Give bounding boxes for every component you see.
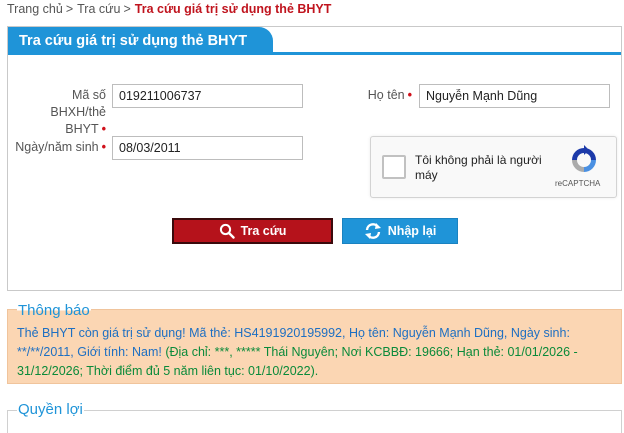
benefits-section: Quyền lợi <box>7 401 622 433</box>
reset-button-label: Nhập lại <box>387 224 437 238</box>
lookup-panel: Tra cứu giá trị sử dụng thẻ BHYT Mã số B… <box>7 26 622 291</box>
search-button-label: Tra cứu <box>240 224 287 238</box>
notice-box: Thông báo Thẻ BHYT còn giá trị sử dụng! … <box>7 302 622 384</box>
required-mark: • <box>101 122 106 136</box>
recaptcha-widget: Tôi không phải là người máy reCAPTCHA <box>370 136 617 198</box>
search-button[interactable]: Tra cứu <box>172 218 333 244</box>
reset-button[interactable]: Nhập lại <box>342 218 458 244</box>
birth-date-label: Ngày/năm sinh • <box>15 140 106 154</box>
panel-header: Tra cứu giá trị sử dụng thẻ BHYT <box>8 27 621 55</box>
panel-title: Tra cứu giá trị sử dụng thẻ BHYT <box>8 27 273 55</box>
full-name-input[interactable] <box>419 84 610 108</box>
insurance-id-label: Mã số BHXH/thẻ BHYT • <box>18 87 106 138</box>
search-icon <box>219 223 235 239</box>
insurance-id-label-line2: BHYT <box>65 122 99 136</box>
notice-message: Thẻ BHYT còn giá trị sử dụng! Mã thẻ: HS… <box>17 324 617 381</box>
breadcrumb-separator: > <box>65 2 74 16</box>
insurance-id-input[interactable] <box>112 84 303 108</box>
benefits-title: Quyền lợi <box>17 401 84 418</box>
refresh-icon <box>364 223 381 239</box>
recaptcha-logo-icon <box>572 145 596 172</box>
birth-date-input[interactable] <box>112 136 303 160</box>
breadcrumb-home[interactable]: Trang chủ <box>7 2 63 16</box>
notice-title: Thông báo <box>17 302 91 319</box>
required-mark: • <box>101 140 106 154</box>
breadcrumb-current: Tra cứu giá trị sử dụng thẻ BHYT <box>134 2 332 16</box>
insurance-id-label-line1: Mã số BHXH/thẻ <box>50 88 106 119</box>
recaptcha-brand: reCAPTCHA <box>555 179 601 188</box>
recaptcha-checkbox[interactable] <box>382 155 406 179</box>
full-name-label: Họ tên • <box>367 88 412 102</box>
required-mark: • <box>407 88 412 102</box>
breadcrumb-lookup[interactable]: Tra cứu <box>77 2 120 16</box>
breadcrumb-separator: > <box>123 2 131 16</box>
recaptcha-text: Tôi không phải là người máy <box>415 153 542 182</box>
breadcrumb: Trang chủ > Tra cứu > Tra cứu giá trị sử dụn… <box>7 2 331 16</box>
